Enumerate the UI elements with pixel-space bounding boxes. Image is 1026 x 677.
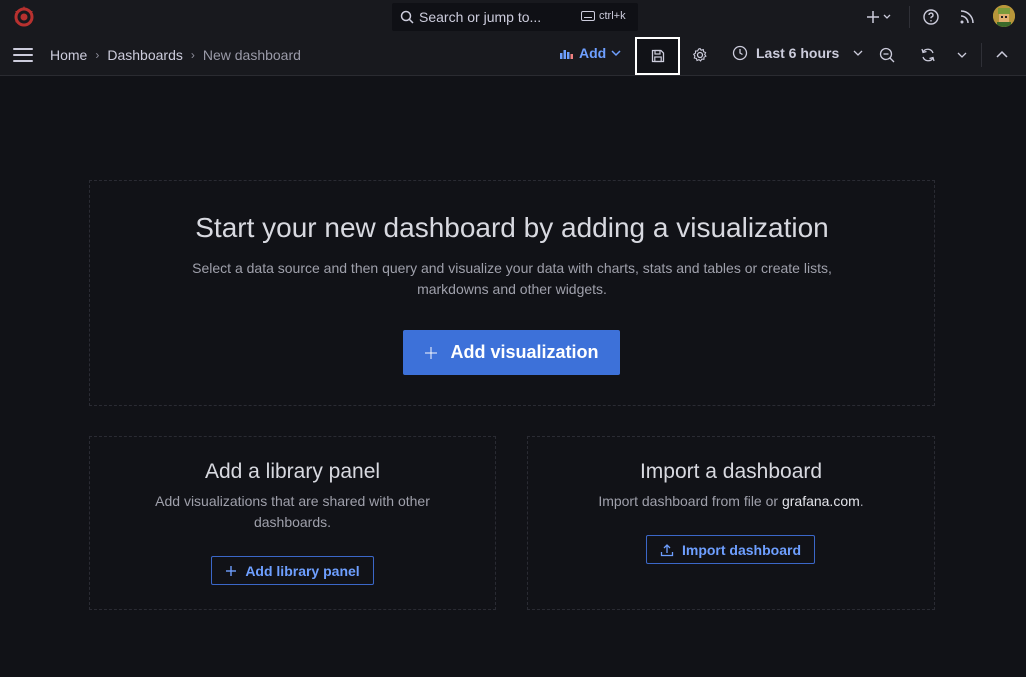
library-panel-subtitle-line2: dashboards. xyxy=(253,514,332,530)
chevron-down-icon xyxy=(853,50,863,56)
breadcrumb-home[interactable]: Home xyxy=(50,47,87,63)
chevron-right-icon: › xyxy=(190,48,195,62)
add-visualization-label: Add visualization xyxy=(450,342,599,362)
import-subtitle: Import dashboard from file or grafana.co… xyxy=(528,491,934,512)
news-feed-icon[interactable] xyxy=(958,8,976,26)
chevron-right-icon: › xyxy=(95,48,100,62)
save-icon xyxy=(651,49,664,63)
add-button-label: Add xyxy=(579,45,607,61)
nav-divider xyxy=(981,43,982,67)
settings-gear-icon[interactable] xyxy=(692,47,708,63)
time-range-picker[interactable]: Last 6 hours xyxy=(732,45,863,61)
panel-add-icon xyxy=(560,50,573,59)
import-dashboard-label: Import dashboard xyxy=(681,541,801,558)
search-bar[interactable]: Search or jump to... ctrl+k xyxy=(392,3,638,31)
library-panel-title: Add a library panel xyxy=(204,460,381,483)
breadcrumb-current: New dashboard xyxy=(202,47,301,63)
grafana-logo-icon[interactable] xyxy=(12,5,36,29)
chevron-down-icon xyxy=(611,50,621,57)
dashboard-nav-bar: Home › Dashboards › New dashboard Add La… xyxy=(0,34,1026,76)
empty-state-title: Start your new dashboard by adding a vis… xyxy=(195,212,829,243)
add-visualization-button[interactable]: Add visualization xyxy=(403,330,620,375)
save-dashboard-button[interactable] xyxy=(635,37,680,75)
plus-icon xyxy=(226,565,237,576)
avatar-image xyxy=(993,5,1015,27)
time-range-label: Last 6 hours xyxy=(756,45,840,61)
keyboard-icon xyxy=(581,11,595,21)
clock-icon xyxy=(732,45,748,61)
zoom-out-icon[interactable] xyxy=(879,47,895,63)
add-library-panel-label: Add library panel xyxy=(245,562,360,579)
topbar-divider xyxy=(909,6,910,28)
grafana-com-link[interactable]: grafana.com xyxy=(782,493,860,509)
empty-state-subtitle: Select a data source and then query and … xyxy=(90,258,934,300)
import-subtitle-suffix: . xyxy=(859,493,864,509)
user-avatar[interactable] xyxy=(993,5,1015,27)
library-panel-subtitle: Add visualizations that are shared with … xyxy=(90,491,495,533)
breadcrumb: Home › Dashboards › New dashboard xyxy=(50,47,301,63)
new-plus-icon[interactable] xyxy=(864,8,894,26)
add-library-panel-button[interactable]: Add library panel xyxy=(211,556,374,585)
import-dashboard-button[interactable]: Import dashboard xyxy=(646,535,815,564)
collapse-chevron-up-icon[interactable] xyxy=(994,47,1010,63)
import-dashboard-card: Import a dashboard Import dashboard from… xyxy=(527,436,935,610)
library-panel-subtitle-line1: Add visualizations that are shared with … xyxy=(155,493,430,509)
refresh-interval-chevron-icon[interactable] xyxy=(956,47,968,63)
breadcrumb-dashboards[interactable]: Dashboards xyxy=(107,47,183,63)
empty-state-subtitle-line1: Select a data source and then query and … xyxy=(192,260,832,276)
import-subtitle-prefix: Import dashboard from file or xyxy=(598,493,782,509)
refresh-icon[interactable] xyxy=(920,47,936,63)
search-icon xyxy=(400,10,414,24)
search-shortcut: ctrl+k xyxy=(581,10,626,22)
help-icon[interactable] xyxy=(922,8,940,26)
shortcut-label: ctrl+k xyxy=(599,10,626,22)
plus-icon xyxy=(425,346,438,359)
add-button[interactable]: Add xyxy=(560,45,621,61)
empty-state-subtitle-line2: markdowns and other widgets. xyxy=(417,281,607,297)
upload-icon xyxy=(660,543,674,556)
search-placeholder: Search or jump to... xyxy=(419,9,542,25)
menu-toggle-icon[interactable] xyxy=(13,48,33,62)
import-title: Import a dashboard xyxy=(639,460,823,483)
top-bar: Search or jump to... ctrl+k xyxy=(0,0,1026,34)
